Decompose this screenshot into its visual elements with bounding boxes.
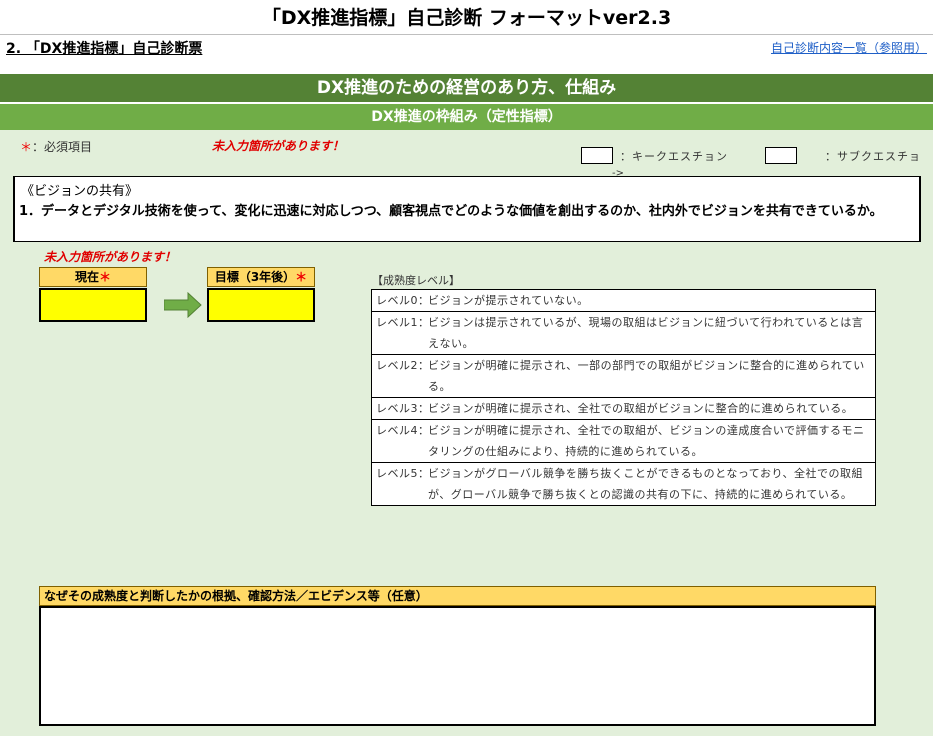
page-title: 「DX推進指標」自己診断 フォーマットver2.3 xyxy=(0,0,933,34)
level-description: ビジョンがグローバル競争を勝ち抜くことができるものとなっており、全社での取組が、… xyxy=(428,467,864,501)
key-question-label: ：キークエスチョン xyxy=(620,150,728,163)
level-name: レベル0： xyxy=(376,294,430,307)
right-arrow-icon xyxy=(164,292,202,318)
level-name: レベル3： xyxy=(376,402,430,415)
sub-question-label: ：サブクエスチョ xyxy=(825,150,921,163)
current-level-header: 現在＊ xyxy=(39,267,147,287)
current-level-input[interactable] xyxy=(39,288,147,322)
required-note: ＊：必須項目 xyxy=(20,138,92,155)
level-description: ビジョンが明確に提示され、全社での取組が、ビジョンの達成度合いで評価するモニタリ… xyxy=(428,424,865,458)
evidence-input[interactable] xyxy=(39,606,876,726)
evidence-header: なぜその成熟度と判断したかの根拠、確認方法／エビデンス等（任意） xyxy=(39,586,876,606)
target-level-header: 目標（3年後）＊ xyxy=(207,267,315,287)
required-star: ＊ xyxy=(99,270,112,284)
level-row: レベル1： ビジョンは提示されているが、現場の取組はビジョンに紐づいて行われてい… xyxy=(372,312,875,355)
level-name: レベル4： xyxy=(376,424,430,437)
target-level-input[interactable] xyxy=(207,288,315,322)
section-band-sub: DX推進の枠組み（定性指標） xyxy=(0,104,933,130)
question-text: 1．データとデジタル技術を使って、変化に迅速に対応しつつ、顧客視点でどのような価… xyxy=(19,204,883,219)
target-level-label: 目標（3年後） xyxy=(214,270,296,284)
maturity-level-title: 【成熟度レベル】 xyxy=(372,274,460,287)
level-description: ビジョンが提示されていない。 xyxy=(428,294,589,307)
level-row: レベル5： ビジョンがグローバル競争を勝ち抜くことができるものとなっており、全社… xyxy=(372,463,875,505)
required-star: ＊ xyxy=(295,270,308,284)
main-area: ＊：必須項目 未入力箇所があります！ ：キークエスチョン ：サブクエスチョ ->… xyxy=(0,130,933,736)
required-label: ：必須項目 xyxy=(32,140,93,154)
maturity-warning: 未入力箇所があります！ xyxy=(44,250,177,264)
required-star: ＊ xyxy=(20,140,33,154)
missing-input-warning: 未入力箇所があります！ xyxy=(212,139,345,153)
level-row: レベル0： ビジョンが提示されていない。 xyxy=(372,290,875,312)
sheet-title: 2. 「DX推進指標」自己診断票 xyxy=(6,41,203,57)
maturity-level-table: レベル0： ビジョンが提示されていない。 レベル1： ビジョンは提示されているが… xyxy=(371,289,876,506)
question-box: 《ビジョンの共有》 1．データとデジタル技術を使って、変化に迅速に対応しつつ、顧… xyxy=(13,176,921,242)
level-description: ビジョンが明確に提示され、全社での取組がビジョンに整合的に進められている。 xyxy=(428,402,854,415)
question-heading: 《ビジョンの共有》 xyxy=(21,184,139,199)
level-row: レベル3： ビジョンが明確に提示され、全社での取組がビジョンに整合的に進められて… xyxy=(372,398,875,420)
reference-link[interactable]: 自己診断内容一覧（参照用） xyxy=(771,39,927,56)
section-band-main: DX推進のための経営のあり方、仕組み xyxy=(0,74,933,102)
level-name: レベル1： xyxy=(376,316,430,329)
level-description: ビジョンが明確に提示され、一部の部門での取組がビジョンに整合的に進められている。 xyxy=(428,359,865,393)
sub-question-swatch xyxy=(765,147,797,164)
key-question-swatch xyxy=(581,147,613,164)
level-row: レベル4： ビジョンが明確に提示され、全社での取組が、ビジョンの達成度合いで評価… xyxy=(372,420,875,463)
level-name: レベル5： xyxy=(376,467,430,480)
current-level-label: 現在 xyxy=(74,270,99,284)
level-description: ビジョンは提示されているが、現場の取組はビジョンに紐づいて行われているとは言えな… xyxy=(428,316,864,350)
level-row: レベル2： ビジョンが明確に提示され、一部の部門での取組がビジョンに整合的に進め… xyxy=(372,355,875,398)
header-row: 2. 「DX推進指標」自己診断票 自己診断内容一覧（参照用） xyxy=(0,34,933,65)
level-name: レベル2： xyxy=(376,359,430,372)
